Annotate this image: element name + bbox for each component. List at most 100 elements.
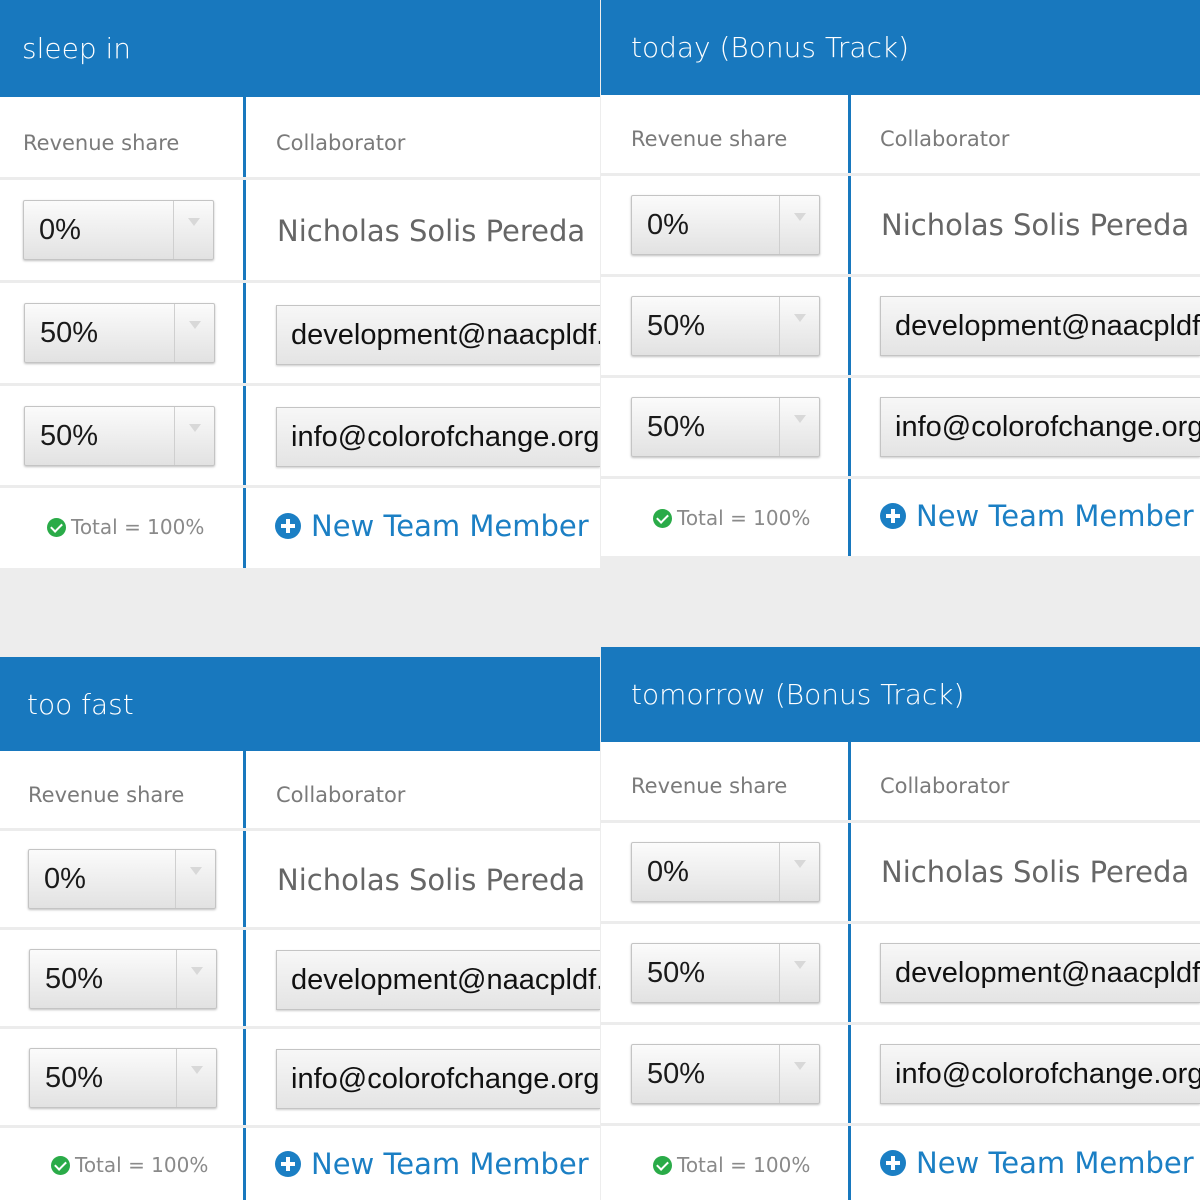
check-icon (47, 517, 66, 537)
revenue-share-select[interactable]: 50% (631, 397, 820, 457)
selected-value: 50% (647, 309, 706, 342)
collaborator-email-input[interactable]: info@colorofchange.org (880, 397, 1200, 457)
collaborator-header: Collaborator (276, 131, 406, 155)
chevron-down-icon (174, 407, 214, 465)
column-divider (243, 97, 246, 568)
check-icon (653, 508, 672, 528)
chevron-down-icon (779, 944, 819, 1002)
chevron-down-icon (176, 1049, 216, 1107)
chevron-down-icon (174, 304, 214, 362)
revenue-share-select[interactable]: 50% (24, 406, 215, 466)
total-status: Total = 100% (653, 506, 810, 530)
collaborator-email-input[interactable]: development@naacpldf.org (880, 296, 1200, 356)
revenue-share-select[interactable]: 50% (29, 949, 217, 1009)
row-divider (0, 485, 600, 488)
collaborator-email-input[interactable]: info@colorofchange.org (276, 1049, 600, 1109)
selected-value: 0% (39, 213, 81, 246)
revenue-share-select[interactable]: 0% (28, 849, 216, 909)
selected-value: 50% (40, 419, 99, 452)
total-label: Total = 100% (677, 1153, 811, 1177)
chevron-down-icon (176, 950, 216, 1008)
total-label: Total = 100% (71, 515, 205, 539)
collaborator-email-input[interactable]: development@naacpldf.org (276, 950, 600, 1010)
chevron-down-icon (779, 196, 819, 254)
revenue-share-select[interactable]: 50% (631, 943, 820, 1003)
row-divider (0, 280, 600, 283)
revenue-share-select[interactable]: 50% (631, 1044, 820, 1104)
panel-title: tomorrow (Bonus Track) (601, 647, 1200, 742)
selected-value: 50% (40, 316, 99, 349)
chevron-down-icon (173, 201, 213, 259)
chevron-down-icon (779, 843, 819, 901)
total-label: Total = 100% (75, 1153, 209, 1177)
new-team-member-label: New Team Member (311, 1147, 589, 1181)
collaborator-email-input[interactable]: development@naacpldf.org (276, 305, 600, 365)
selected-value: 50% (647, 956, 706, 989)
chevron-down-icon (779, 1045, 819, 1103)
collaborator-name: Nicholas Solis Pereda (277, 863, 586, 897)
selected-value: 0% (647, 855, 689, 888)
revenue-share-header: Revenue share (28, 783, 185, 807)
row-divider (0, 927, 600, 930)
new-team-member-button[interactable]: New Team Member (275, 509, 589, 543)
revenue-share-select[interactable]: 50% (631, 296, 820, 356)
total-status: Total = 100% (51, 1153, 208, 1177)
new-team-member-label: New Team Member (311, 509, 589, 543)
revenue-share-select[interactable]: 50% (29, 1048, 217, 1108)
column-divider (243, 751, 246, 1200)
panel-title: today (Bonus Track) (601, 0, 1200, 95)
new-team-member-button[interactable]: New Team Member (880, 499, 1194, 533)
panel-title: sleep in (0, 0, 600, 97)
revenue-share-header: Revenue share (23, 131, 180, 155)
total-status: Total = 100% (653, 1153, 810, 1177)
plus-circle-icon (275, 1151, 301, 1177)
new-team-member-button[interactable]: New Team Member (275, 1147, 589, 1181)
row-divider (0, 1125, 600, 1128)
row-divider (0, 1026, 600, 1029)
collaborator-name: Nicholas Solis Pereda (881, 855, 1190, 889)
collaborator-name: Nicholas Solis Pereda (277, 214, 586, 248)
panel-too-fast: too fast Revenue share Collaborator 0% N… (0, 657, 600, 1200)
collaborator-email-input[interactable]: development@naacpldf.org (880, 943, 1200, 1003)
collaborator-email-input[interactable]: info@colorofchange.org (276, 407, 600, 467)
row-divider (0, 383, 600, 386)
revenue-share-select[interactable]: 0% (631, 195, 820, 255)
row-divider (601, 375, 1200, 378)
row-divider (601, 1022, 1200, 1025)
new-team-member-label: New Team Member (916, 499, 1194, 533)
revenue-share-header: Revenue share (631, 127, 788, 151)
collaborator-header: Collaborator (880, 774, 1010, 798)
selected-value: 50% (647, 410, 706, 443)
selected-value: 0% (44, 862, 86, 895)
plus-circle-icon (880, 503, 906, 529)
revenue-share-select[interactable]: 0% (23, 200, 214, 260)
row-divider (601, 921, 1200, 924)
panel-sleep-in: sleep in Revenue share Collaborator 0% N… (0, 0, 600, 568)
revenue-share-select[interactable]: 0% (631, 842, 820, 902)
selected-value: 50% (45, 962, 104, 995)
chevron-down-icon (175, 850, 215, 908)
chevron-down-icon (779, 297, 819, 355)
row-divider (601, 173, 1200, 176)
revenue-share-header: Revenue share (631, 774, 788, 798)
row-divider (601, 1123, 1200, 1126)
total-label: Total = 100% (677, 506, 811, 530)
row-divider (601, 274, 1200, 277)
check-icon (653, 1155, 672, 1175)
collaborator-name: Nicholas Solis Pereda (881, 208, 1190, 242)
column-divider (848, 742, 851, 1200)
selected-value: 0% (647, 208, 689, 241)
new-team-member-button[interactable]: New Team Member (880, 1146, 1194, 1180)
row-divider (601, 820, 1200, 823)
selected-value: 50% (45, 1061, 104, 1094)
row-divider (0, 177, 600, 180)
column-divider (848, 95, 851, 556)
revenue-share-select[interactable]: 50% (24, 303, 215, 363)
row-divider (601, 476, 1200, 479)
row-divider (0, 828, 600, 831)
check-icon (51, 1155, 70, 1175)
collaborator-header: Collaborator (276, 783, 406, 807)
collaborator-email-input[interactable]: info@colorofchange.org (880, 1044, 1200, 1104)
panel-tomorrow: tomorrow (Bonus Track) Revenue share Col… (601, 647, 1200, 1200)
chevron-down-icon (779, 398, 819, 456)
